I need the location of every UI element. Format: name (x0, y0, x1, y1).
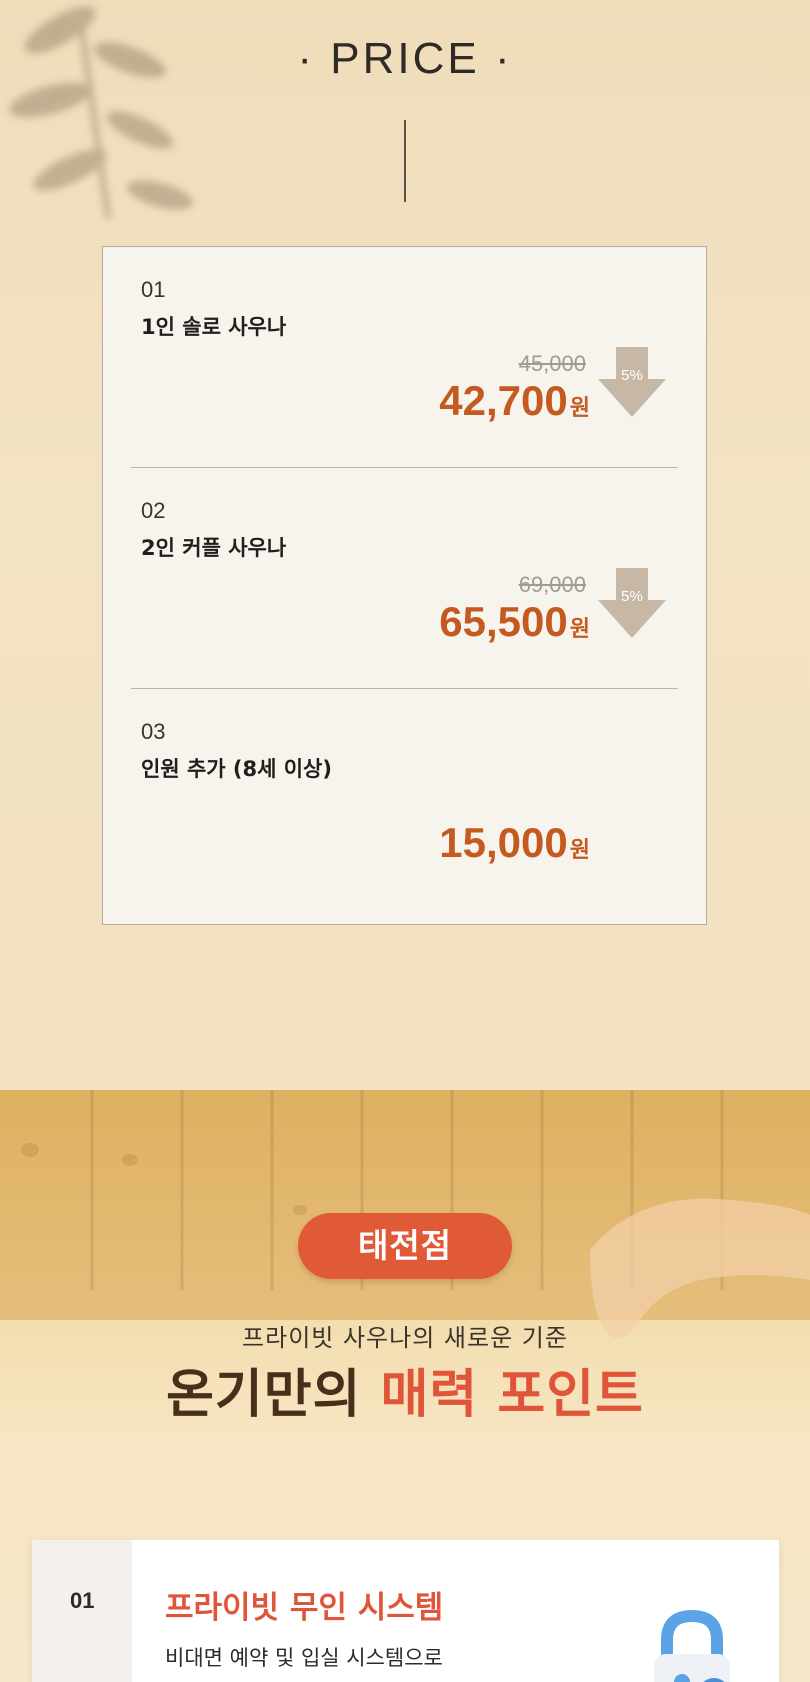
item-number: 03 (141, 719, 166, 744)
item-name: 2인 커플 사우나 (141, 536, 287, 560)
feature-card: 01 프라이빗 무인 시스템 비대면 예약 및 입실 시스템으로 (32, 1540, 779, 1682)
sale-price: 15,000원 (439, 819, 590, 867)
price-item-solo: 01 1인 솔로 사우나 45,000 42,700원 5% (103, 247, 706, 469)
price-card: 01 1인 솔로 사우나 45,000 42,700원 5% 02 2인 커플 … (102, 246, 707, 925)
original-price: 69,000 (518, 572, 586, 597)
branch-tag: 태전점 (298, 1213, 512, 1279)
price-item-additional: 03 인원 추가 (8세 이상) 15,000원 (103, 689, 706, 911)
sale-price-value: 15,000 (439, 819, 568, 866)
sale-price-value: 65,500 (439, 598, 568, 645)
feature-description: 비대면 예약 및 입실 시스템으로 (165, 1646, 443, 1670)
branch-subtitle: 프라이빗 사우나의 새로운 기준 (242, 1324, 568, 1352)
item-number: 01 (141, 277, 166, 302)
item-name: 인원 추가 (8세 이상) (141, 757, 332, 781)
sale-price: 65,500원 (439, 598, 590, 646)
price-unit: 원 (569, 837, 590, 862)
discount-arrow-icon: 5% (596, 568, 668, 640)
item-number: 02 (141, 498, 166, 523)
sale-price-value: 42,700 (439, 377, 568, 424)
price-unit: 원 (569, 395, 590, 420)
branch-headline: 온기만의 매력 포인트 (0, 1352, 810, 1427)
discount-label: 5% (621, 588, 643, 605)
discount-arrow-icon: 5% (596, 347, 668, 419)
headline-main: 온기만의 (166, 1365, 362, 1425)
price-section: · PRICE · 01 1인 솔로 사우나 45,000 42,700원 5%… (0, 0, 810, 1090)
price-item-couple: 02 2인 커플 사우나 69,000 65,500원 5% (103, 468, 706, 690)
item-name: 1인 솔로 사우나 (141, 315, 287, 339)
price-title: · PRICE · (297, 34, 513, 83)
original-price: 45,000 (518, 351, 586, 376)
branch-section: 태전점 프라이빗 사우나의 새로운 기준 온기만의 매력 포인트 01 프라이빗… (0, 1090, 810, 1682)
sale-price: 42,700원 (439, 377, 590, 425)
feature-title: 프라이빗 무인 시스템 (165, 1590, 444, 1626)
discount-label: 5% (621, 367, 643, 384)
lock-icon (654, 1609, 730, 1682)
price-unit: 원 (569, 616, 590, 641)
feature-number: 01 (70, 1588, 95, 1613)
headline-accent: 매력 포인트 (380, 1365, 644, 1425)
title-divider-line (404, 120, 406, 202)
